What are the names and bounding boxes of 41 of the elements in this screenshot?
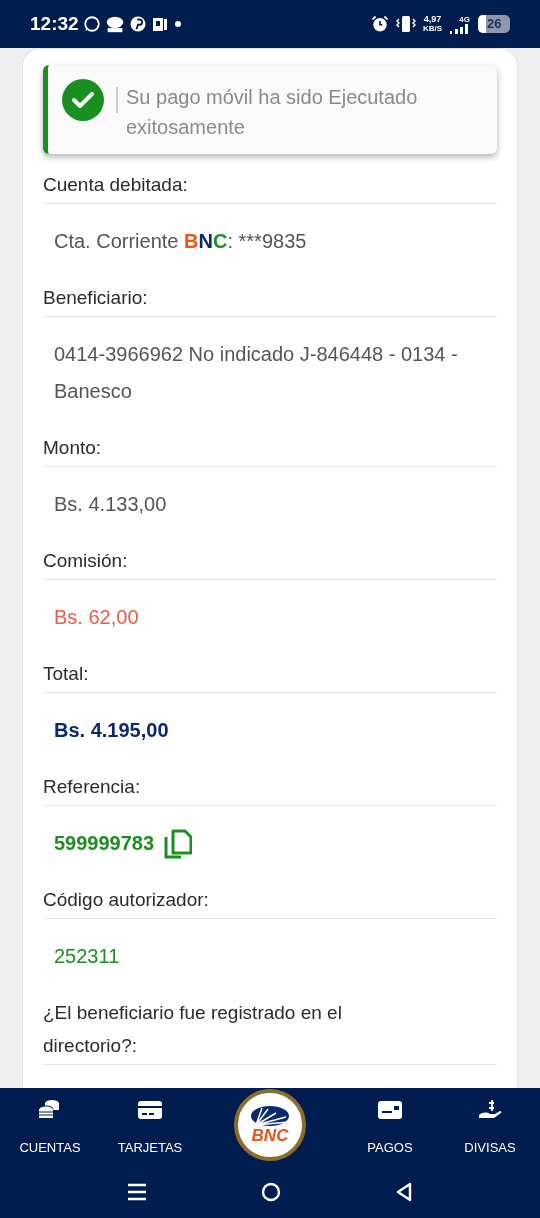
- home-icon[interactable]: [261, 1181, 281, 1202]
- nav-tab[interactable]: TARJETAS: [100, 1088, 200, 1165]
- field-value: 599999783: [54, 831, 155, 856]
- field-label: Comisión:: [43, 549, 129, 573]
- chat-icon: [82, 15, 101, 33]
- globe-icon: [250, 1105, 290, 1127]
- card-icon: [377, 1098, 403, 1122]
- nav-tab[interactable]: CUENTAS: [0, 1088, 100, 1165]
- pin-icon: [128, 15, 147, 33]
- field-value: Bs. 62,00: [54, 605, 139, 630]
- home-logo-button[interactable]: BNC: [234, 1089, 306, 1161]
- field-value: 0414-3966962 No indicado J-846448 - 0134 - Banesco: [54, 342, 459, 404]
- nav-tab[interactable]: DIVISAS: [440, 1088, 540, 1165]
- battery-level: 26: [487, 15, 502, 33]
- check-icon: [62, 79, 104, 121]
- signal-icon: [450, 23, 470, 34]
- field-value: Bs. 4.133,00: [54, 492, 167, 517]
- field-value: Bs. 4.195,00: [54, 718, 169, 743]
- alarm-icon: [370, 15, 389, 33]
- copy-icon[interactable]: [164, 828, 193, 859]
- field-label: Referencia:: [43, 775, 142, 799]
- field-label: ¿El beneficiario fue registrado en el directorio?:: [43, 1001, 343, 1058]
- speed-unit: KB/S: [422, 24, 442, 33]
- success-message: Su pago móvil ha sido Ejecutado exitosamente: [126, 85, 419, 140]
- speed-value: 4,97: [423, 15, 442, 24]
- app-icon: [152, 16, 167, 32]
- field-label: Beneficiario:: [43, 286, 149, 310]
- field-value: 252311: [54, 944, 120, 969]
- network-type: 4G: [459, 14, 470, 24]
- field-value: Cta. Corriente BNC: ***9835: [54, 229, 307, 254]
- field-label: Total:: [43, 662, 90, 686]
- back-icon[interactable]: [395, 1181, 413, 1202]
- dot-icon: [174, 21, 181, 27]
- card-icon: [137, 1098, 163, 1122]
- field-label: Monto:: [43, 436, 103, 460]
- clock: 12:32: [30, 11, 79, 36]
- field-label: Cuenta debitada:: [43, 173, 189, 197]
- nav-tab[interactable]: PAGOS: [340, 1088, 440, 1165]
- vibrate-icon: [394, 15, 417, 33]
- field-label: Código autorizador:: [43, 888, 210, 912]
- menu-icon[interactable]: [127, 1181, 147, 1202]
